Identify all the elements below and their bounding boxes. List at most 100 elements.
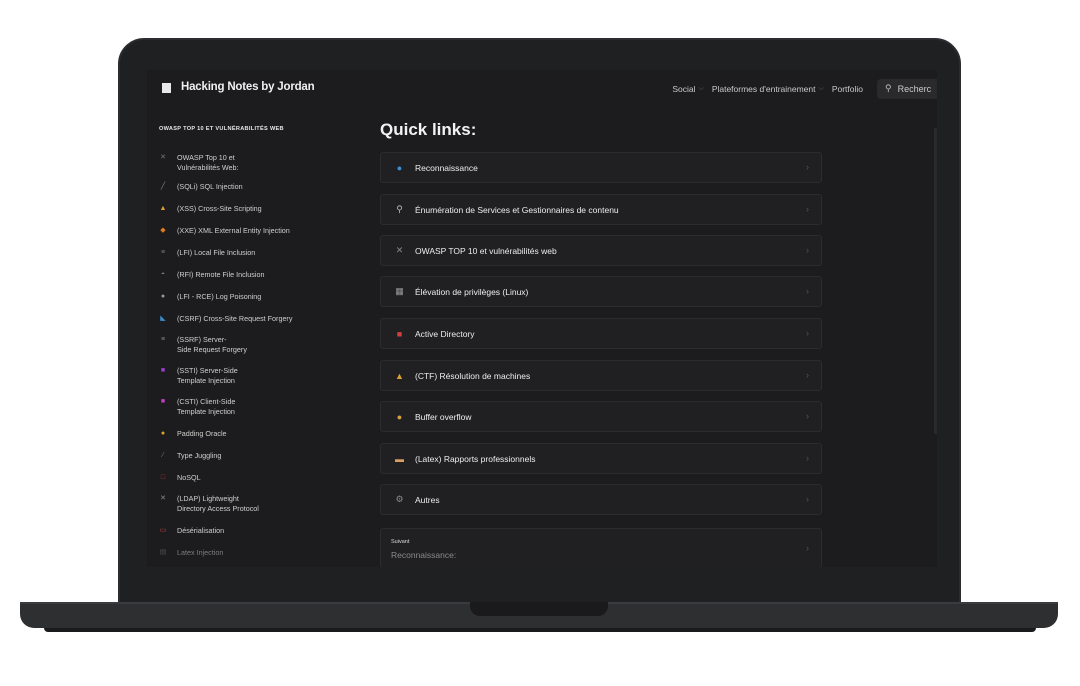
chevron-right-icon: › (806, 162, 809, 172)
sidebar-item-label: (RFI) Remote File Inclusion (177, 270, 265, 279)
sidebar-item-label: (LFI) Local File Inclusion (177, 248, 256, 257)
sidebar-item-label: (SQLi) SQL Injection (177, 182, 243, 191)
folder-icon: ≡ (160, 249, 166, 256)
quick-link-card[interactable]: ▲ (CTF) Résolution de machines › (380, 360, 822, 391)
top-nav: Social ⌵ Plateformes d'entrainement ⌵ Port… (672, 70, 937, 107)
sidebar-fade (147, 537, 327, 567)
logo-icon[interactable] (162, 83, 171, 93)
sidebar-item[interactable]: ⁄ Type Juggling (159, 451, 221, 461)
sidebar-item[interactable]: ≡ (LFI) Local File Inclusion (159, 248, 255, 258)
quick-link-label: Buffer overflow (415, 411, 472, 422)
search-icon: ⚲ (885, 83, 892, 93)
next-page-button[interactable]: Suivant Reconnaissance: › (380, 528, 822, 567)
chevron-right-icon: › (806, 411, 809, 421)
chat-icon: ● (160, 293, 166, 300)
warning-icon: ▲ (159, 205, 167, 212)
sidebar-item-label: Padding Oracle (177, 429, 227, 438)
quick-link-card[interactable]: ⚙ Autres › (380, 484, 822, 515)
sidebar-item[interactable]: □ NoSQL (159, 473, 201, 483)
sidebar-item[interactable]: ≡ (SSRF) Server- Side Request Forgery (159, 335, 247, 354)
gear-icon: ⚙ (395, 494, 404, 504)
sidebar-item[interactable]: ▲ (XSS) Cross-Site Scripting (159, 204, 262, 214)
quick-link-label: Autres (415, 494, 440, 505)
ad-icon: ■ (396, 328, 403, 339)
syringe-icon: ╱ (160, 183, 166, 190)
quick-link-card[interactable]: ● Buffer overflow › (380, 401, 822, 432)
box-icon: ▭ (159, 527, 167, 534)
template-icon: ■ (160, 398, 166, 405)
sidebar-item-label: (CSRF) Cross-Site Request Forgery (177, 314, 293, 323)
quick-link-label: Reconnaissance (415, 162, 478, 173)
sidebar-item-label: OWASP Top 10 et Vulnérabilités Web: (177, 153, 239, 172)
chart-icon: ▦ (395, 286, 404, 296)
chevron-down-icon: ⌵ (698, 84, 704, 92)
tools-icon: ✕ (395, 245, 404, 255)
sidebar-item[interactable]: ◓ (RFI) Remote File Inclusion (159, 270, 265, 280)
sidebar-item-label: (SSTI) Server-Side Template Injection (177, 366, 238, 385)
laptop-mockup: Hacking Notes by Jordan Social ⌵ Platefor… (0, 0, 1080, 686)
quick-link-label: Active Directory (415, 328, 475, 339)
hand-icon: ▬ (395, 453, 404, 464)
scrollbar[interactable] (934, 128, 937, 434)
search-input[interactable]: ⚲ Recherc (877, 78, 937, 99)
chevron-right-icon: › (806, 370, 809, 380)
sidebar-item[interactable]: ▭ Désérialisation (159, 526, 224, 536)
quick-link-card[interactable]: ■ Active Directory › (380, 318, 822, 349)
next-caption: Suivant (391, 539, 410, 545)
juggle-icon: ⁄ (162, 452, 164, 459)
chevron-down-icon: ⌵ (818, 84, 824, 92)
sidebar-item-label: (XXE) XML External Entity Injection (177, 226, 290, 235)
globe-icon: ● (396, 162, 403, 173)
nosql-icon: □ (160, 474, 166, 481)
sidebar-item-label: (XSS) Cross-Site Scripting (177, 204, 262, 213)
sidebar-item[interactable]: ✕ OWASP Top 10 et Vulnérabilités Web: (159, 153, 239, 172)
quick-link-card[interactable]: ✕ OWASP TOP 10 et vulnérabilités web › (380, 235, 822, 266)
sidebar-item-label: (CSTI) Client-Side Template Injection (177, 397, 236, 416)
nav-item-plateformes[interactable]: Plateformes d'entrainement ⌵ (712, 84, 824, 94)
sidebar-item[interactable]: ■ (CSTI) Client-Side Template Injection (159, 397, 235, 416)
quick-link-label: Élévation de privilèges (Linux) (415, 286, 529, 297)
sidebar-item-label: Type Juggling (177, 451, 222, 460)
laptop-notch (470, 602, 608, 616)
template-icon: ■ (160, 367, 166, 374)
sidebar-item-label: (SSRF) Server- Side Request Forgery (177, 335, 247, 354)
tools-icon: ✕ (160, 154, 166, 161)
sidebar-item[interactable]: ◣ (CSRF) Cross-Site Request Forgery (159, 314, 292, 324)
sidebar-item-label: Désérialisation (177, 526, 225, 535)
burger-icon: ● (396, 411, 403, 422)
sidebar-item[interactable]: ◆ (XXE) XML External Entity Injection (159, 226, 290, 236)
shuffle-icon: ◣ (160, 315, 166, 322)
sidebar-item[interactable]: ● (LFI - RCE) Log Poisoning (159, 292, 261, 302)
nav-item-social[interactable]: Social ⌵ (672, 84, 703, 94)
quick-link-card[interactable]: ⚲ Énumération de Services et Gestionnaire… (380, 194, 822, 225)
quick-link-label: (CTF) Résolution de machines (415, 370, 531, 381)
quick-link-label: (Latex) Rapports professionnels (415, 453, 536, 464)
sidebar: OWASP TOP 10 ET VULNÉRABILITÉS WEB ✕ OWAS… (147, 120, 327, 567)
quick-link-card[interactable]: ▬ (Latex) Rapports professionnels › (380, 443, 822, 474)
nav-item-portfolio[interactable]: Portfolio (832, 84, 863, 94)
sidebar-heading: OWASP TOP 10 ET VULNÉRABILITÉS WEB (159, 126, 284, 132)
quick-link-label: OWASP TOP 10 et vulnérabilités web (415, 245, 557, 256)
warning-icon: ▲ (395, 370, 404, 381)
chevron-right-icon: › (806, 204, 809, 214)
sidebar-item-label: NoSQL (177, 473, 201, 482)
quick-link-label: Énumération de Services et Gestionnaires… (415, 204, 619, 215)
next-label: Reconnaissance: (391, 550, 457, 560)
chevron-right-icon: › (806, 245, 809, 255)
sidebar-item[interactable]: ╱ (SQLi) SQL Injection (159, 182, 243, 192)
page-title: Quick links: (380, 120, 477, 139)
top-bar: Hacking Notes by Jordan Social ⌵ Platefor… (147, 70, 937, 107)
sidebar-item-label: (LFI - RCE) Log Poisoning (177, 292, 262, 301)
diamond-icon: ◆ (160, 227, 166, 234)
gamepad-icon: ◓ (160, 271, 166, 278)
network-icon: ✕ (160, 495, 166, 502)
chevron-right-icon: › (806, 494, 809, 504)
quick-link-card[interactable]: ● Reconnaissance › (380, 152, 822, 183)
sidebar-item[interactable]: ✕ (LDAP) Lightweight Directory Access Pro… (159, 494, 259, 513)
sidebar-item[interactable]: ■ (SSTI) Server-Side Template Injection (159, 366, 238, 385)
quick-link-card[interactable]: ▦ Élévation de privilèges (Linux) › (380, 276, 822, 307)
laptop-screen: Hacking Notes by Jordan Social ⌵ Platefor… (147, 70, 937, 567)
laptop-base-shadow (44, 628, 1036, 632)
site-title[interactable]: Hacking Notes by Jordan (181, 81, 315, 93)
sidebar-item[interactable]: ● Padding Oracle (159, 429, 227, 439)
